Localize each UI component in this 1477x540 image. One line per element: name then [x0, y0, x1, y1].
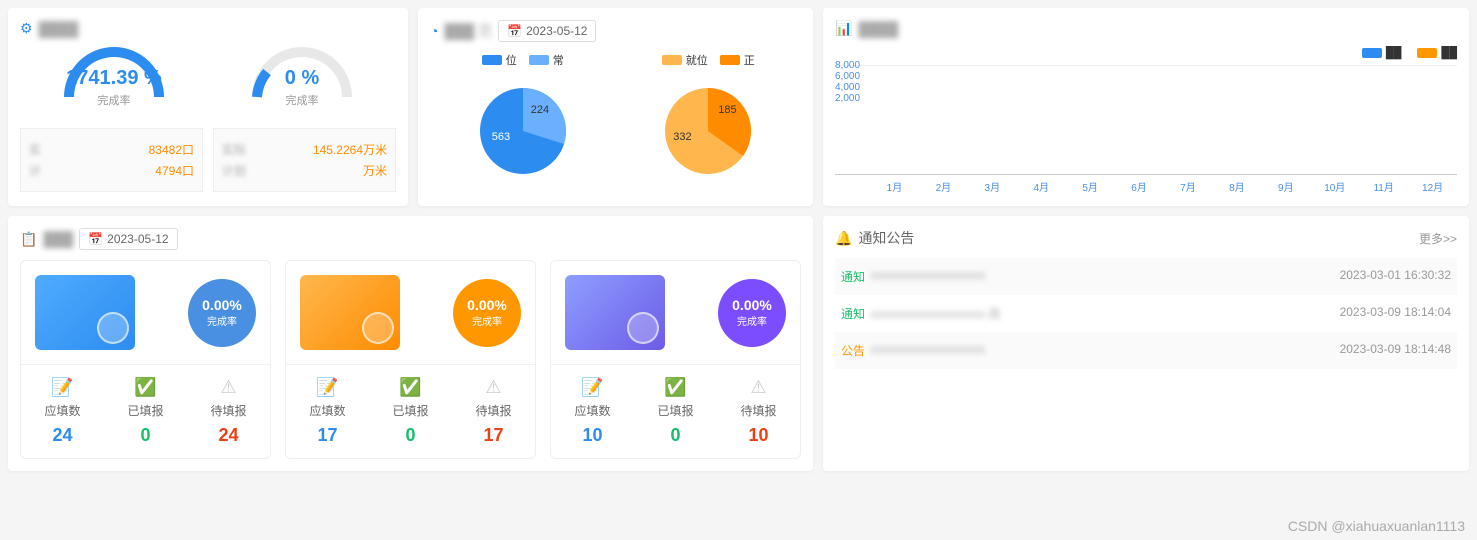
report-panel: 📋 ███ 📅 2023-05-12 0.00%完成率📝应填数24✅已填报0⚠待… [8, 216, 813, 471]
notice-row[interactable]: 公告xxxxxxxxxxxxxxxxxxx2023-03-09 18:14:48 [835, 332, 1457, 369]
report-card[interactable]: 0.00%完成率 📝应填数10✅已填报0⚠待填报10 [550, 260, 801, 459]
pie-icon: ◔ [430, 23, 438, 39]
stat-item: ✅已填报0 [634, 377, 717, 446]
chart-icon: 📊 [835, 20, 852, 37]
title-text: ███ [43, 231, 73, 247]
completion-circle: 0.00%完成率 [188, 279, 256, 347]
gauge-2: 0 % 完成率 [247, 47, 357, 108]
calendar-icon: 📅 [88, 232, 103, 246]
completion-circle: 0.00%完成率 [718, 279, 786, 347]
stat-item: ⚠待填报24 [187, 377, 270, 446]
stat-item: ⚠待填报17 [452, 377, 535, 446]
card-image [565, 275, 665, 350]
card-image [300, 275, 400, 350]
notice-panel: 🔔 通知公告 更多>> 通知xxxxxxxxxxxxxxxxxxx2023-03… [823, 216, 1469, 471]
panel-title: ⚙ ████ [20, 20, 396, 37]
panel-title: ◔ ███ 范 📅 2023-05-12 [430, 20, 801, 42]
stats-row: 实83482口 计4794口 实际145.2264万米 计划万米 [20, 128, 396, 192]
pie-panel: ◔ ███ 范 📅 2023-05-12 位 常 563 22 [418, 8, 813, 206]
stat-box-left: 实83482口 计4794口 [20, 128, 203, 192]
bar-legend: ██ ██ [835, 47, 1457, 59]
panel-title: 📋 ███ 📅 2023-05-12 [20, 228, 801, 250]
watermark: CSDN @xiahuaxuanlan1113 [1288, 518, 1465, 534]
gauge-1: 1741.39 % 完成率 [59, 47, 169, 108]
report-card[interactable]: 0.00%完成率 📝应填数17✅已填报0⚠待填报17 [285, 260, 536, 459]
clipboard-icon: 📋 [20, 231, 37, 248]
bell-icon: 🔔 [835, 230, 852, 247]
stat-item: 📝应填数17 [286, 377, 369, 446]
stat-item: 📝应填数24 [21, 377, 104, 446]
gauge-value: 0 % [247, 67, 357, 90]
gauge-value: 1741.39 % [59, 67, 169, 90]
title-text: ████ [39, 21, 79, 37]
card-image [35, 275, 135, 350]
pie-2: 就位 正 332 185 [653, 52, 763, 186]
bar-chart: 8,000 6,000 4,000 2,000 [835, 65, 1457, 175]
title-text: ███ 范 [444, 21, 492, 41]
pie-1: 位 常 563 224 [468, 52, 578, 186]
stat-item: 📝应填数10 [551, 377, 634, 446]
notice-title: 通知公告 [858, 228, 914, 248]
panel-title: 📊 ████ [835, 20, 1457, 37]
calendar-icon: 📅 [507, 24, 522, 38]
more-link[interactable]: 更多>> [1419, 230, 1457, 247]
notice-row[interactable]: 通知xxxxxxxxxxxxxxxxxxx2023-03-01 16:30:32 [835, 258, 1457, 295]
stat-item: ✅已填报0 [104, 377, 187, 446]
notice-row[interactable]: 通知xxxxxxxxxxxxxxxxxxx 改2023-03-09 18:14:… [835, 295, 1457, 332]
title-text: ████ [858, 21, 898, 37]
completion-circle: 0.00%完成率 [453, 279, 521, 347]
gear-icon: ⚙ [20, 20, 33, 37]
stat-box-right: 实际145.2264万米 计划万米 [213, 128, 396, 192]
completion-panel: ⚙ ████ 1741.39 % 完成率 0 % 完成率 实83482口 [8, 8, 408, 206]
date-picker[interactable]: 📅 2023-05-12 [498, 20, 596, 42]
date-picker[interactable]: 📅 2023-05-12 [79, 228, 177, 250]
stat-item: ✅已填报0 [369, 377, 452, 446]
report-card[interactable]: 0.00%完成率 📝应填数24✅已填报0⚠待填报24 [20, 260, 271, 459]
bar-panel: 📊 ████ ██ ██ 8,000 6,000 4,000 2,000 1月2… [823, 8, 1469, 206]
stat-item: ⚠待填报10 [717, 377, 800, 446]
